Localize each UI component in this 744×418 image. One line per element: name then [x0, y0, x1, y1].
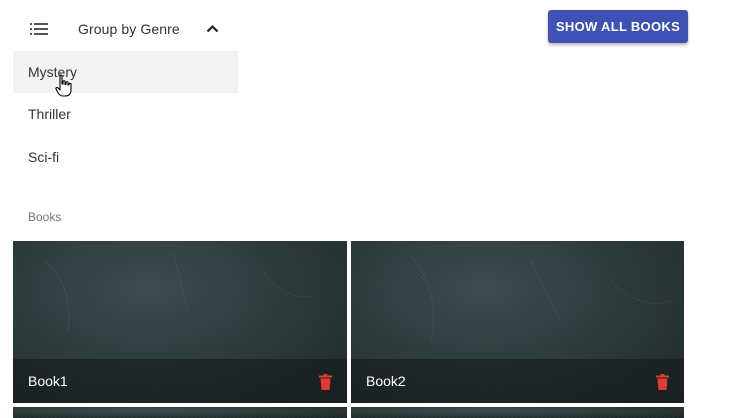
genre-item-sci-fi[interactable]: Sci-fi	[13, 136, 238, 178]
genre-item-label: Sci-fi	[28, 149, 60, 165]
book-tile[interactable]: Book2	[351, 241, 684, 403]
delete-icon[interactable]	[656, 374, 669, 390]
group-by-genre-label: Group by Genre	[78, 21, 180, 37]
chevron-up-icon[interactable]	[206, 24, 219, 33]
book-title: Book2	[366, 373, 406, 389]
tile-title-bar: Book1	[13, 359, 347, 403]
show-all-books-button[interactable]: SHOW ALL BOOKS	[548, 10, 688, 43]
genre-item-label: Thriller	[28, 106, 71, 122]
genre-item-thriller[interactable]: Thriller	[13, 93, 238, 135]
book-tile[interactable]	[351, 407, 684, 418]
book-title: Book1	[28, 373, 68, 389]
delete-icon[interactable]	[319, 374, 332, 390]
book-tile[interactable]	[13, 407, 347, 418]
book-tile[interactable]: Book1	[13, 241, 347, 403]
list-icon	[30, 23, 48, 35]
genre-item-mystery[interactable]: Mystery	[13, 51, 238, 93]
books-subheader: Books	[28, 210, 62, 224]
hand-cursor-icon	[55, 74, 72, 97]
tile-title-bar: Book2	[351, 359, 684, 403]
